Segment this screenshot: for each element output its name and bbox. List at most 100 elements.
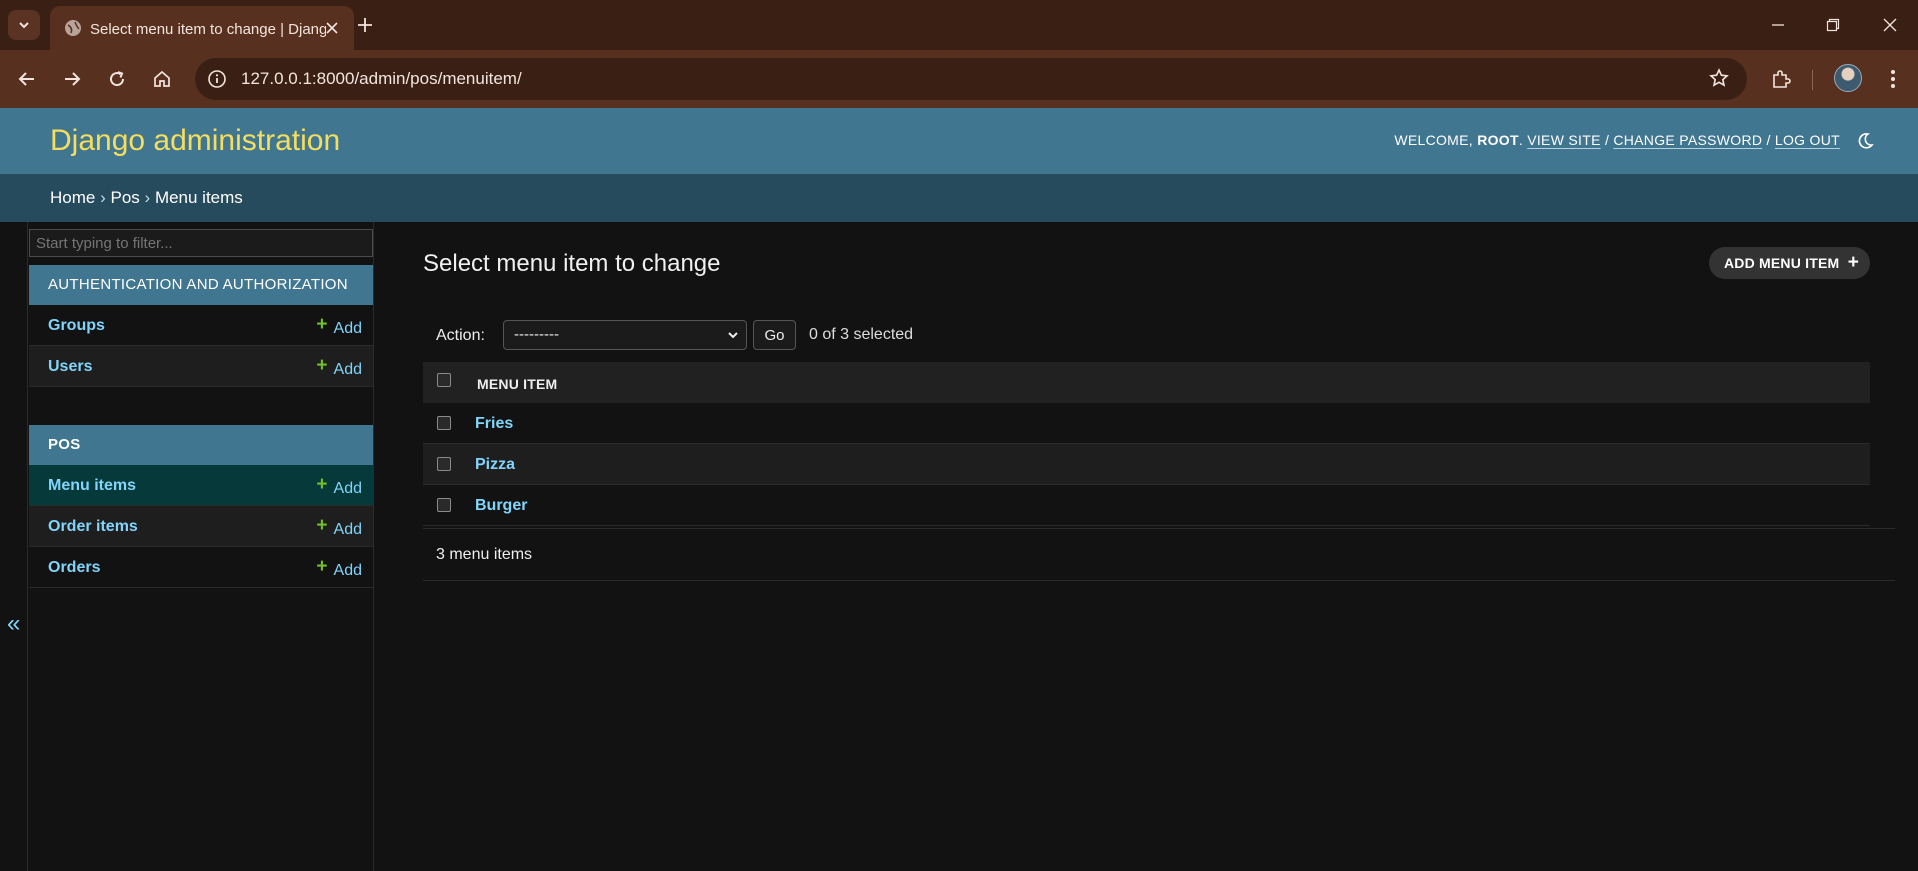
add-label: Add: [333, 480, 362, 497]
home-icon: [154, 70, 170, 87]
home-button[interactable]: [147, 64, 177, 94]
row-link[interactable]: Fries: [475, 415, 513, 433]
tab-search-button[interactable]: [8, 10, 40, 40]
globe-icon: [65, 20, 81, 36]
sidebar-toggle[interactable]: «: [0, 222, 28, 871]
plus-icon: +: [316, 355, 328, 376]
page-title: Select menu item to change: [423, 250, 721, 277]
row-checkbox[interactable]: [437, 498, 451, 512]
add-label: Add: [333, 562, 362, 579]
site-branding[interactable]: Django administration: [50, 124, 340, 158]
more-vertical-icon: [1891, 70, 1895, 88]
sidebar-item-users: Users + Add: [29, 346, 373, 387]
row-link[interactable]: Pizza: [475, 456, 515, 474]
close-window-button[interactable]: [1872, 10, 1908, 40]
module-caption[interactable]: AUTHENTICATION AND AUTHORIZATION: [29, 265, 373, 305]
collapse-sidebar-icon[interactable]: «: [7, 610, 20, 638]
back-button[interactable]: [12, 64, 42, 94]
profile-avatar[interactable]: [1834, 64, 1862, 92]
chevron-down-icon: [19, 22, 29, 29]
add-label: Add: [333, 521, 362, 538]
nav-filter-input[interactable]: [29, 229, 373, 257]
breadcrumb-home[interactable]: Home: [50, 188, 95, 207]
restore-button[interactable]: [1815, 10, 1851, 40]
plus-icon: +: [316, 515, 328, 536]
new-tab-button[interactable]: [352, 12, 378, 38]
arrow-left-icon: [18, 72, 34, 86]
add-button-label: ADD MENU ITEM: [1724, 255, 1840, 271]
add-groups-link[interactable]: + Add: [316, 314, 362, 339]
sidebar-item-label[interactable]: Users: [48, 358, 92, 376]
separator: /: [1604, 132, 1610, 148]
site-header: Django administration WELCOME, ROOT. VIE…: [0, 108, 1918, 174]
sidebar-item-groups: Groups + Add: [29, 305, 373, 346]
plus-icon: +: [1847, 252, 1859, 273]
column-header-menu-item[interactable]: MENU ITEM: [477, 376, 557, 392]
row-link[interactable]: Burger: [475, 497, 527, 515]
toolbar-divider: [1812, 70, 1813, 90]
add-label: Add: [333, 320, 362, 337]
site-info-icon[interactable]: [207, 69, 227, 89]
breadcrumb: Home › Pos › Menu items: [0, 174, 1918, 222]
restore-icon: [1826, 18, 1840, 32]
puzzle-icon: [1773, 70, 1791, 88]
welcome-text: WELCOME,: [1394, 132, 1473, 148]
plus-icon: +: [316, 556, 328, 577]
moon-icon[interactable]: [1856, 132, 1874, 150]
add-menu-items-link[interactable]: + Add: [316, 474, 362, 499]
browser-tab-active[interactable]: Select menu item to change | Django site…: [50, 6, 354, 50]
add-order-items-link[interactable]: + Add: [316, 515, 362, 540]
table-row: Burger: [423, 485, 1870, 526]
separator: /: [1766, 132, 1771, 148]
table-row: Pizza: [423, 444, 1870, 485]
action-select[interactable]: ---------: [503, 320, 747, 350]
sidebar-item-menu-items: Menu items + Add: [29, 465, 373, 506]
minimize-button[interactable]: [1760, 10, 1796, 40]
breadcrumb-current: Menu items: [154, 188, 243, 207]
sidebar-item-order-items: Order items + Add: [29, 506, 373, 547]
address-bar[interactable]: 127.0.0.1:8000/admin/pos/menuitem/: [195, 58, 1747, 100]
browser-menu-button[interactable]: [1878, 64, 1908, 94]
log-out-link[interactable]: LOG OUT: [1775, 132, 1840, 148]
sidebar-item-label[interactable]: Order items: [48, 518, 138, 536]
module-caption[interactable]: POS: [29, 425, 373, 465]
go-button[interactable]: Go: [753, 320, 796, 350]
user-tools: WELCOME, ROOT. VIEW SITE / CHANGE PASSWO…: [1394, 132, 1840, 148]
add-label: Add: [333, 361, 362, 378]
paginator: 3 menu items: [423, 528, 1895, 581]
plus-icon: +: [316, 474, 328, 495]
select-all-checkbox[interactable]: [437, 373, 451, 387]
sidebar-item-label[interactable]: Menu items: [48, 477, 136, 495]
tab-title: Select menu item to change | Django site…: [90, 21, 326, 38]
add-menu-item-button[interactable]: ADD MENU ITEM +: [1709, 247, 1870, 279]
forward-button[interactable]: [57, 64, 87, 94]
selection-counter: 0 of 3 selected: [809, 326, 914, 343]
bookmark-star-icon[interactable]: [1709, 68, 1729, 88]
sidebar-item-label[interactable]: Groups: [48, 317, 105, 335]
action-selected-value: ---------: [514, 326, 559, 343]
row-checkbox[interactable]: [437, 416, 451, 430]
minimize-icon: [1772, 24, 1784, 26]
view-site-link[interactable]: VIEW SITE: [1527, 132, 1601, 148]
nav-sidebar: AUTHENTICATION AND AUTHORIZATION Groups …: [28, 222, 374, 871]
row-checkbox[interactable]: [437, 457, 451, 471]
breadcrumb-separator: ›: [100, 188, 106, 207]
username: ROOT: [1477, 132, 1519, 148]
module-auth: AUTHENTICATION AND AUTHORIZATION Groups …: [29, 265, 373, 387]
reload-button[interactable]: [102, 64, 132, 94]
breadcrumb-separator: ›: [144, 188, 151, 207]
module-pos: POS Menu items + Add Order items + Add Ord…: [29, 425, 373, 588]
action-label: Action:: [436, 327, 485, 344]
breadcrumb-app[interactable]: Pos: [111, 188, 140, 207]
add-users-link[interactable]: + Add: [316, 355, 362, 380]
change-password-link[interactable]: CHANGE PASSWORD: [1613, 132, 1762, 148]
add-orders-link[interactable]: + Add: [316, 556, 362, 581]
url-text[interactable]: 127.0.0.1:8000/admin/pos/menuitem/: [241, 69, 522, 89]
chevron-down-icon: [728, 332, 738, 339]
sidebar-item-label[interactable]: Orders: [48, 559, 100, 577]
table-header: MENU ITEM: [423, 362, 1870, 403]
browser-tab-strip: Select menu item to change | Django site…: [0, 0, 1918, 50]
extensions-button[interactable]: [1766, 64, 1796, 94]
close-tab-icon[interactable]: [322, 18, 342, 38]
plus-icon: [358, 18, 372, 32]
